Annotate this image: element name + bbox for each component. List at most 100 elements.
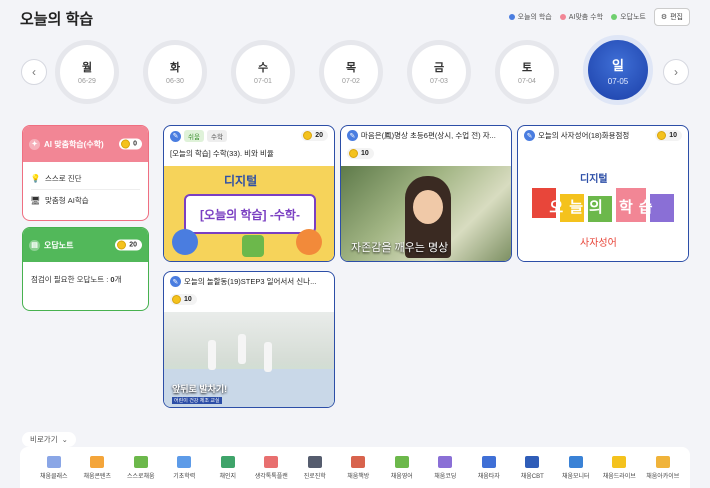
app-icon xyxy=(177,456,192,468)
app-shortcut[interactable]: 기초학력 xyxy=(163,456,207,480)
coin-count: 0 xyxy=(133,140,137,148)
thumbnail-subtitle: 사자성어 xyxy=(580,238,617,249)
day-name: 목 xyxy=(345,62,357,74)
day-wed[interactable]: 수 07-01 xyxy=(231,40,295,104)
day-mon[interactable]: 월 06-29 xyxy=(55,40,119,104)
wrong-card-title: 오답노트 xyxy=(44,240,74,250)
wrong-note-unit: 개 xyxy=(114,275,122,284)
day-tue[interactable]: 화 06-30 xyxy=(143,40,207,104)
day-name: 수 xyxy=(257,62,269,74)
video-card-play[interactable]: ✎ 오늘의 놀할동(19)STEP3 일어서서 신나... 10 앞뒤로 발차기… xyxy=(163,271,335,408)
app-shortcut[interactable]: 진로진학 xyxy=(293,456,337,480)
self-diagnosis-link[interactable]: 💡 스스로 진단 xyxy=(31,168,140,189)
coin-icon xyxy=(172,295,181,304)
day-sun-selected[interactable]: 일 07-05 xyxy=(583,35,653,105)
app-shortcut[interactable]: 채움모니터 xyxy=(554,456,598,480)
app-shortcut[interactable]: 채움클래스 xyxy=(32,456,76,480)
app-shortcut[interactable]: 채움영어 xyxy=(380,456,424,480)
shortcuts-label: 비로가기 xyxy=(30,435,58,444)
legend: 오늘의 학습 AI맞춤 수학 오답노트 ⚙ 편집 xyxy=(508,8,690,26)
wrong-answer-note-card[interactable]: ▤ 오답노트 20 점검이 필요한 오답노트 : 0개 xyxy=(22,227,149,311)
day-date: 06-29 xyxy=(78,78,96,85)
day-fri[interactable]: 금 07-03 xyxy=(407,40,471,104)
app-shortcut[interactable]: 채움콘텐츠 xyxy=(76,456,120,480)
thumbnail-caption: 자존감을 깨우는 명상 xyxy=(351,242,449,254)
video-card-math[interactable]: ✎ 쉬움 수학 [오늘의 학습] 수학(33). 비와 비율 20 디지털 [오… xyxy=(163,125,335,262)
app-shortcut[interactable]: 스스로채움 xyxy=(119,456,163,480)
day-date: 07-02 xyxy=(342,78,360,85)
app-shortcut[interactable]: 채움아카이브 xyxy=(641,456,685,480)
app-shortcut[interactable]: 채움코딩 xyxy=(424,456,468,480)
app-label: 채움책방 xyxy=(347,474,370,480)
app-icon xyxy=(264,456,279,468)
app-shortcut[interactable]: 채움타자 xyxy=(467,456,511,480)
app-shortcut[interactable]: 채인지 xyxy=(206,456,250,480)
note-icon: ▤ xyxy=(29,239,40,251)
app-label: 채인지 xyxy=(219,474,237,480)
ai-card-title: AI 맞춤학습(수학) xyxy=(44,139,104,149)
ai-math-card[interactable]: ✦ AI 맞춤학습(수학) 0 💡 스스로 진단 🖥 맞춤형 AI학습 xyxy=(22,125,149,221)
ai-item-label: 맞춤형 AI학습 xyxy=(45,196,89,205)
wrong-note-summary: 점검이 필요한 오답노트 : 0개 xyxy=(23,262,148,297)
custom-ai-learning-link[interactable]: 🖥 맞춤형 AI학습 xyxy=(30,189,140,211)
day-name: 토 xyxy=(521,62,533,74)
app-shortcut[interactable]: 채움드라이브 xyxy=(598,456,642,480)
day-name: 금 xyxy=(433,62,445,74)
day-date: 06-30 xyxy=(166,78,184,85)
video-card-header: ✎ 쉬움 수학 [오늘의 학습] 수학(33). 비와 비율 20 xyxy=(164,126,334,166)
app-icon xyxy=(307,456,322,468)
pencil-icon: ✎ xyxy=(347,130,358,141)
shortcut-bar: 채움클래스 채움콘텐츠 스스로채움 기초학력 채인지 생각톡톡플랜 진로진학 채움책방 채움영어… xyxy=(20,447,690,488)
difficulty-tag: 쉬움 xyxy=(184,130,204,142)
day-date: 07-05 xyxy=(607,76,629,86)
monitor-icon: 🖥 xyxy=(30,196,41,205)
coin-count: 20 xyxy=(315,132,323,139)
lightbulb-icon: 💡 xyxy=(30,174,41,183)
video-title: 마음은(鳳)명상 초등6편(상시, 수업 전) 자... xyxy=(360,131,496,140)
coin-icon xyxy=(349,149,358,158)
ai-item-label: 스스로 진단 xyxy=(45,174,82,183)
video-card-meditation[interactable]: ✎ 마음은(鳳)명상 초등6편(상시, 수업 전) 자... 10 자존감을 깨… xyxy=(340,125,512,262)
coin-count: 10 xyxy=(184,296,192,303)
video-thumbnail: 앞뒤로 발차기! 어린이 건강 체조 교실 xyxy=(164,312,334,407)
chevron-down-icon: ⌄ xyxy=(61,435,68,444)
app-label: 채움코딩 xyxy=(434,474,457,480)
thumbnail-title: 오늘의 학습 xyxy=(549,199,659,216)
app-icon xyxy=(46,456,61,468)
app-shortcut[interactable]: 채움CBT xyxy=(511,456,555,480)
ai-card-header: ✦ AI 맞춤학습(수학) 0 xyxy=(23,126,148,162)
app-label: 채움클래스 xyxy=(39,474,68,480)
next-week-button[interactable]: › xyxy=(663,59,689,85)
app-label: 채움CBT xyxy=(520,474,544,480)
pencil-icon: ✎ xyxy=(170,276,181,287)
wrong-card-header: ▤ 오답노트 20 xyxy=(23,228,148,262)
edit-button[interactable]: ⚙ 편집 xyxy=(653,8,690,26)
day-sat[interactable]: 토 07-04 xyxy=(495,40,559,104)
day-name: 월 xyxy=(81,62,93,74)
shortcuts-toggle[interactable]: 비로가기 ⌄ xyxy=(22,432,76,447)
app-shortcut[interactable]: 채움책방 xyxy=(337,456,381,480)
app-shortcut[interactable]: 생각톡톡플랜 xyxy=(250,456,294,480)
chevron-left-icon: ‹ xyxy=(32,65,36,79)
video-card-idiom[interactable]: ✎ 오늘의 사자성어(18)화용점정 10 디지털 오늘의 학습 사자성어 xyxy=(517,125,689,262)
app-label: 기초학력 xyxy=(173,474,196,480)
legend-label: 오답노트 xyxy=(620,14,646,21)
day-thu[interactable]: 목 07-02 xyxy=(319,40,383,104)
app-label: 생각톡톡플랜 xyxy=(254,474,288,480)
character-icon xyxy=(172,229,198,255)
thumbnail-caption: 앞뒤로 발차기! xyxy=(172,384,228,394)
app-label: 채움영어 xyxy=(390,474,413,480)
pencil-icon: ✎ xyxy=(170,130,181,142)
video-card-header: ✎ 오늘의 사자성어(18)화용점정 10 xyxy=(518,126,688,166)
legend-label: 오늘의 학습 xyxy=(517,14,552,21)
coin-icon xyxy=(657,131,667,140)
video-thumbnail: 자존감을 깨우는 명상 xyxy=(341,166,511,261)
app-label: 채움아카이브 xyxy=(646,474,680,480)
coin-badge: 10 xyxy=(347,148,374,159)
app-icon xyxy=(90,456,105,468)
coin-count: 20 xyxy=(129,241,137,249)
previous-week-button[interactable]: ‹ xyxy=(21,59,47,85)
coin-badge: 0 xyxy=(119,138,142,150)
app-label: 채움드라이브 xyxy=(602,474,636,480)
day-date: 07-03 xyxy=(430,78,448,85)
